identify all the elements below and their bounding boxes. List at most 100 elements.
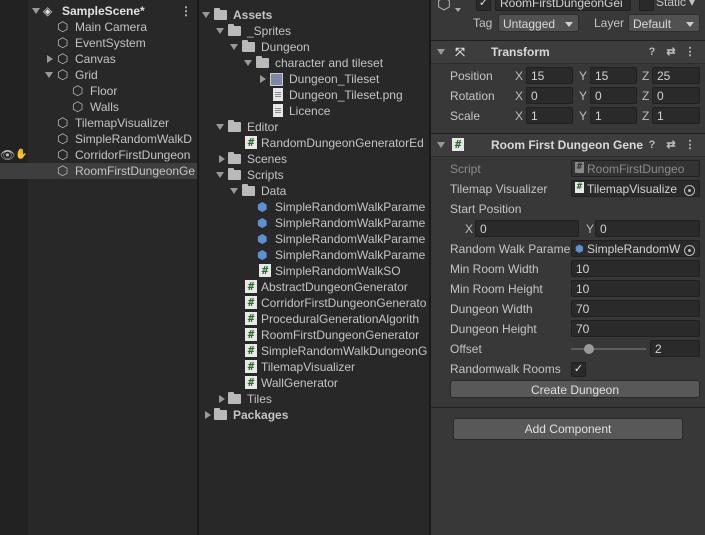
project-item[interactable]: # SimpleRandomWalkDungeonG — [199, 343, 429, 359]
foldout-arrow[interactable] — [437, 142, 445, 148]
project-item[interactable]: ⬢ SimpleRandomWalkParame — [199, 247, 429, 263]
project-item[interactable]: Data — [199, 183, 429, 199]
hierarchy-item[interactable]: 👁 ✋ ⬡ CorridorFirstDungeon — [0, 147, 197, 163]
dungeon-width-field[interactable]: 70 — [571, 300, 700, 317]
scale-x-field[interactable]: 1 — [526, 107, 573, 124]
project-item[interactable]: # CorridorFirstDungeonGenerato — [199, 295, 429, 311]
expand-arrow[interactable] — [230, 44, 238, 50]
position-y-field[interactable]: 15 — [590, 67, 637, 84]
object-name-field[interactable]: RoomFirstDungeonGei — [495, 0, 631, 11]
rotation-x-field[interactable]: 0 — [526, 87, 573, 104]
axis-x-label[interactable]: X — [515, 66, 523, 86]
project-item[interactable]: # WallGenerator — [199, 375, 429, 391]
project-item[interactable]: Dungeon_Tileset — [199, 71, 429, 87]
axis-x-label[interactable]: X — [515, 106, 523, 126]
hierarchy-item[interactable]: ⬡ Walls — [0, 99, 197, 115]
scene-row[interactable]: ◈ SampleScene* ⋮ — [0, 3, 197, 19]
axis-z-label[interactable]: Z — [642, 86, 649, 106]
offset-slider-track[interactable] — [571, 348, 646, 350]
walk-params-object-field[interactable]: ⬢ SimpleRandomW — [571, 240, 700, 257]
kebab-menu-icon[interactable]: ⋮ — [683, 45, 697, 59]
kebab-menu-icon[interactable]: ⋮ — [180, 3, 192, 19]
project-item[interactable]: ⬢ SimpleRandomWalkParame — [199, 231, 429, 247]
preset-sliders-icon[interactable]: ⇄ — [664, 45, 678, 59]
active-checkbox[interactable]: ✓ — [476, 0, 491, 11]
expand-arrow[interactable] — [45, 72, 53, 78]
static-checkbox[interactable] — [639, 0, 654, 11]
help-icon[interactable]: ? — [645, 45, 659, 59]
expand-arrow[interactable] — [219, 395, 225, 403]
offset-slider-thumb[interactable] — [584, 344, 594, 354]
project-item[interactable]: Assets — [199, 7, 429, 23]
object-picker-icon[interactable] — [684, 185, 695, 196]
offset-field[interactable]: 2 — [650, 340, 700, 357]
transform-header[interactable]: ⤧ Transform ? ⇄ ⋮ — [431, 40, 705, 64]
kebab-menu-icon[interactable]: ⋮ — [683, 138, 697, 152]
project-item[interactable]: Licence — [199, 103, 429, 119]
project-item[interactable]: Dungeon_Tileset.png — [199, 87, 429, 103]
project-item[interactable]: # RandomDungeonGeneratorEd — [199, 135, 429, 151]
hierarchy-item[interactable]: ⬡ Canvas — [0, 51, 197, 67]
expand-arrow[interactable] — [230, 188, 238, 194]
randomwalk-rooms-checkbox[interactable]: ✓ — [571, 362, 586, 377]
position-z-field[interactable]: 25 — [652, 67, 700, 84]
min-width-field[interactable]: 10 — [571, 260, 700, 277]
project-item[interactable]: Scenes — [199, 151, 429, 167]
expand-arrow[interactable] — [202, 12, 210, 18]
project-item[interactable]: Scripts — [199, 167, 429, 183]
hierarchy-item[interactable]: ⬡ Grid — [0, 67, 197, 83]
foldout-arrow[interactable] — [437, 49, 445, 55]
scale-y-field[interactable]: 1 — [590, 107, 637, 124]
preset-sliders-icon[interactable]: ⇄ — [664, 138, 678, 152]
start-x-field[interactable]: 0 — [475, 220, 579, 237]
add-component-button[interactable]: Add Component — [453, 418, 683, 440]
expand-arrow[interactable] — [32, 8, 40, 14]
object-picker-icon[interactable] — [684, 245, 695, 256]
min-height-field[interactable]: 10 — [571, 280, 700, 297]
expand-arrow[interactable] — [244, 60, 252, 66]
help-icon[interactable]: ? — [645, 138, 659, 152]
hierarchy-item[interactable]: ⬡ Floor — [0, 83, 197, 99]
expand-arrow[interactable] — [216, 124, 224, 130]
project-item[interactable]: ⬢ SimpleRandomWalkParame — [199, 215, 429, 231]
expand-arrow[interactable] — [216, 28, 224, 34]
project-item[interactable]: Tiles — [199, 391, 429, 407]
project-item[interactable]: # AbstractDungeonGenerator — [199, 279, 429, 295]
tilemap-object-field[interactable]: # TilemapVisualize — [571, 180, 700, 197]
hierarchy-item[interactable]: ⬡ EventSystem — [0, 35, 197, 51]
project-item[interactable]: Editor — [199, 119, 429, 135]
layer-dropdown[interactable]: Default — [628, 14, 700, 32]
axis-y-label[interactable]: Y — [579, 66, 587, 86]
axis-x-label[interactable]: X — [515, 86, 523, 106]
position-x-field[interactable]: 15 — [526, 67, 573, 84]
scale-z-field[interactable]: 1 — [652, 107, 700, 124]
hierarchy-item-selected[interactable]: ⬡ RoomFirstDungeonGe — [0, 163, 197, 179]
axis-x-label[interactable]: X — [465, 219, 473, 239]
start-y-field[interactable]: 0 — [595, 220, 700, 237]
project-item[interactable]: Dungeon — [199, 39, 429, 55]
project-item[interactable]: _Sprites — [199, 23, 429, 39]
project-item[interactable]: # SimpleRandomWalkSO — [199, 263, 429, 279]
dungeon-height-field[interactable]: 70 — [571, 320, 700, 337]
axis-z-label[interactable]: Z — [642, 66, 649, 86]
axis-y-label[interactable]: Y — [579, 86, 587, 106]
expand-arrow[interactable] — [205, 411, 211, 419]
project-item[interactable]: # RoomFirstDungeonGenerator — [199, 327, 429, 343]
project-item[interactable]: character and tileset — [199, 55, 429, 71]
hierarchy-item[interactable]: ⬡ TilemapVisualizer — [0, 115, 197, 131]
component-header[interactable]: # Room First Dungeon Gene ? ⇄ ⋮ — [431, 133, 705, 157]
expand-arrow[interactable] — [216, 172, 224, 178]
create-dungeon-button[interactable]: Create Dungeon — [450, 380, 700, 398]
rotation-z-field[interactable]: 0 — [652, 87, 700, 104]
rotation-y-field[interactable]: 0 — [590, 87, 637, 104]
axis-z-label[interactable]: Z — [642, 106, 649, 126]
project-item[interactable]: ⬢ SimpleRandomWalkParame — [199, 199, 429, 215]
expand-arrow[interactable] — [260, 75, 266, 83]
expand-arrow[interactable] — [47, 55, 53, 63]
tag-dropdown[interactable]: Untagged — [498, 14, 579, 32]
pickable-hand-icon[interactable]: ✋ — [15, 147, 27, 163]
chevron-down-icon[interactable] — [455, 8, 461, 12]
visibility-eye-icon[interactable]: 👁 — [0, 147, 15, 163]
project-item[interactable]: # TilemapVisualizer — [199, 359, 429, 375]
static-dropdown-caret[interactable]: ▾ — [689, 0, 695, 9]
